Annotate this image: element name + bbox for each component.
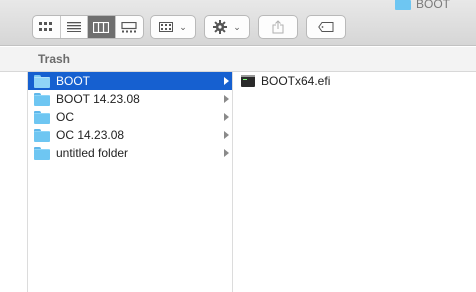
- pathbar-label[interactable]: Trash: [38, 52, 70, 66]
- toolbar: BOOT ⌄ ⌄: [0, 0, 476, 46]
- disclosure-arrow-icon: [224, 131, 229, 139]
- disclosure-arrow-icon: [224, 77, 229, 85]
- list-item-boot-14-23-08[interactable]: BOOT 14.23.08: [28, 90, 232, 108]
- column-1: BOOT BOOT 14.23.08 OC OC 14.23.08 untitl…: [28, 72, 232, 162]
- tags-button[interactable]: [306, 15, 346, 39]
- folder-icon: [394, 0, 411, 10]
- folder-icon: [34, 110, 50, 124]
- column-2: BOOTx64.efi: [233, 72, 476, 90]
- list-item-untitled-folder[interactable]: untitled folder: [28, 144, 232, 162]
- list-item-label: OC 14.23.08: [56, 128, 125, 142]
- list-icon: [66, 22, 81, 32]
- executable-icon: [241, 75, 255, 87]
- grid-icon: [39, 22, 53, 31]
- list-item-label: BOOT: [56, 74, 91, 88]
- list-item-boot[interactable]: BOOT: [28, 72, 232, 90]
- folder-icon: [34, 146, 50, 160]
- columns-icon: [93, 21, 110, 33]
- icon-view-button[interactable]: [33, 16, 61, 38]
- list-item-oc-14-23-08[interactable]: OC 14.23.08: [28, 126, 232, 144]
- chevron-down-icon: ⌄: [233, 21, 241, 32]
- list-item-label: BOOTx64.efi: [261, 74, 331, 88]
- disclosure-arrow-icon: [224, 95, 229, 103]
- window-title-text: BOOT: [415, 0, 450, 11]
- share-icon: [272, 20, 284, 34]
- column-divider[interactable]: [232, 72, 233, 292]
- column-browser: BOOT BOOT 14.23.08 OC OC 14.23.08 untitl…: [0, 72, 476, 292]
- chevron-down-icon: ⌄: [179, 21, 187, 32]
- column-view-button[interactable]: [88, 16, 116, 38]
- list-item-oc[interactable]: OC: [28, 108, 232, 126]
- folder-icon: [34, 74, 50, 88]
- window-title: BOOT: [394, 0, 450, 11]
- list-item-bootx64-efi[interactable]: BOOTx64.efi: [233, 72, 476, 90]
- folder-icon: [34, 92, 50, 106]
- share-button[interactable]: [258, 15, 298, 39]
- pathbar: Trash: [0, 47, 476, 72]
- list-item-label: untitled folder: [56, 146, 129, 160]
- action-button[interactable]: ⌄: [204, 15, 250, 39]
- list-view-button[interactable]: [61, 16, 88, 38]
- view-mode-segmented-control: [32, 15, 144, 39]
- disclosure-arrow-icon: [224, 149, 229, 157]
- list-item-label: OC: [56, 110, 74, 124]
- group-button[interactable]: ⌄: [150, 15, 196, 39]
- tag-icon: [318, 22, 334, 32]
- gear-icon: [213, 20, 228, 34]
- disclosure-arrow-icon: [224, 113, 229, 121]
- list-item-label: BOOT 14.23.08: [56, 92, 140, 106]
- gallery-view-button[interactable]: [116, 16, 143, 38]
- group-grid-icon: [159, 22, 174, 32]
- folder-icon: [34, 128, 50, 142]
- gallery-icon: [121, 21, 137, 32]
